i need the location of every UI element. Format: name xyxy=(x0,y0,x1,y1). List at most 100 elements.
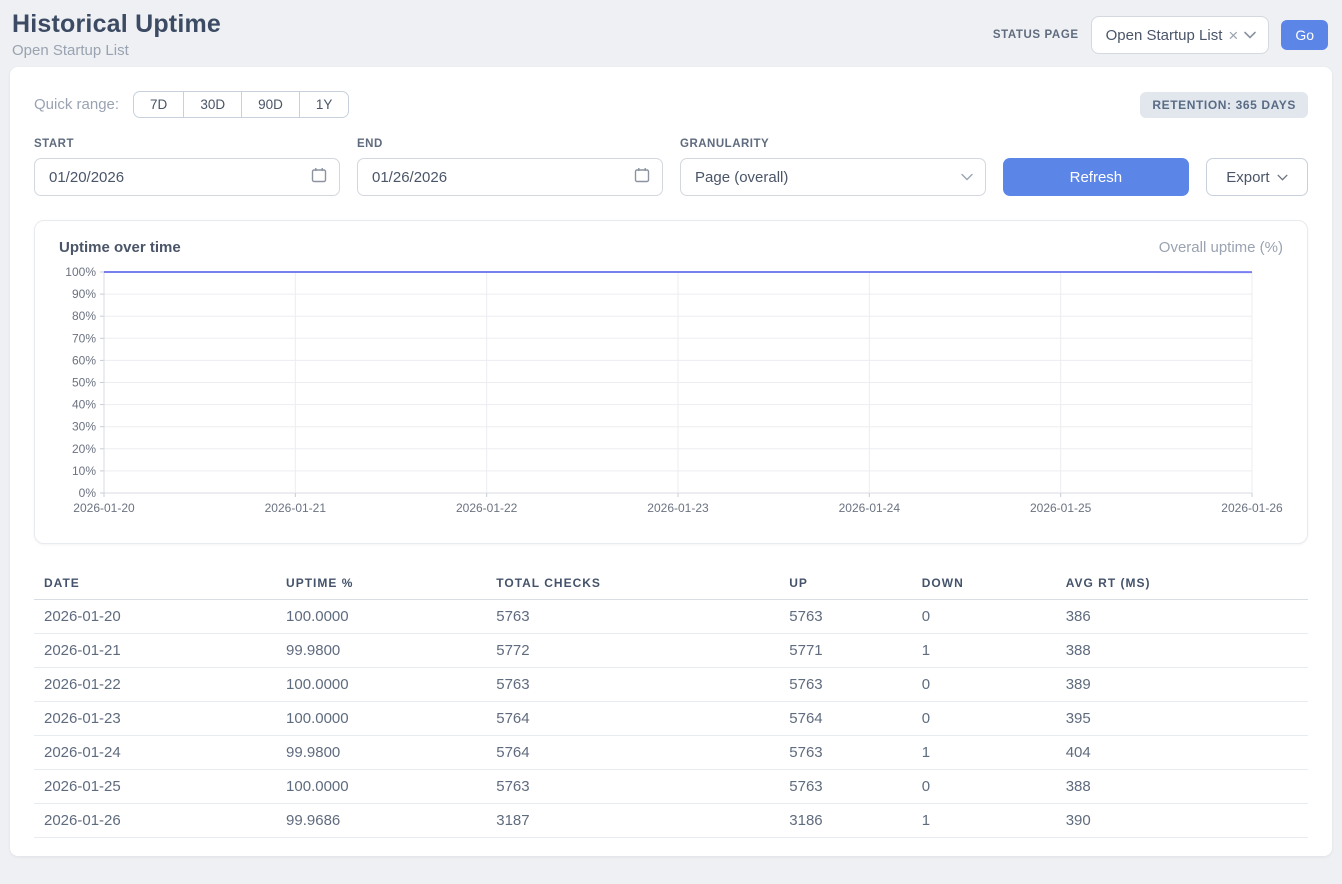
y-axis-label: 50% xyxy=(72,376,96,390)
table-row: 2026-01-2699.9686318731861390 xyxy=(34,804,1308,838)
chevron-down-icon xyxy=(961,173,973,181)
table-cell: 99.9800 xyxy=(276,634,486,668)
granularity-value: Page (overall) xyxy=(695,169,788,186)
table-cell: 99.9686 xyxy=(276,804,486,838)
chart-legend: Overall uptime (%) xyxy=(1159,239,1283,256)
uptime-line-chart: 0%10%20%30%40%50%60%70%80%90%100%2026-01… xyxy=(51,264,1295,524)
quick-range-7d-button[interactable]: 7D xyxy=(133,91,184,118)
end-date-label: END xyxy=(357,138,663,150)
table-cell: 5763 xyxy=(486,600,779,634)
quick-range-row: Quick range: 7D 30D 90D 1Y RETENTION: 36… xyxy=(34,91,1308,118)
table-cell: 2026-01-21 xyxy=(34,634,276,668)
table-cell: 3186 xyxy=(779,804,911,838)
end-date-input[interactable]: 01/26/2026 xyxy=(357,158,663,196)
y-axis-label: 40% xyxy=(72,398,96,412)
table-cell: 388 xyxy=(1056,770,1308,804)
table-cell: 5763 xyxy=(779,668,911,702)
table-cell: 5764 xyxy=(486,702,779,736)
refresh-button[interactable]: Refresh xyxy=(1003,158,1189,196)
chevron-down-icon xyxy=(1244,31,1256,39)
column-header: DATE xyxy=(34,568,276,600)
uptime-chart-card: Uptime over time Overall uptime (%) 0% 10… xyxy=(34,220,1308,544)
table-cell: 100.0000 xyxy=(276,668,486,702)
table-cell: 404 xyxy=(1056,736,1308,770)
export-button-label: Export xyxy=(1226,169,1269,186)
table-cell: 388 xyxy=(1056,634,1308,668)
quick-range-1y-button[interactable]: 1Y xyxy=(300,91,350,118)
chevron-down-icon xyxy=(1277,174,1288,181)
status-page-value: Open Startup List xyxy=(1106,27,1223,44)
chart-title: Uptime over time xyxy=(59,239,181,256)
table-cell: 2026-01-25 xyxy=(34,770,276,804)
y-axis-label: 20% xyxy=(72,442,96,456)
start-date-label: START xyxy=(34,138,340,150)
quick-range-90d-button[interactable]: 90D xyxy=(242,91,300,118)
table-row: 2026-01-22100.0000576357630389 xyxy=(34,668,1308,702)
quick-range-group: Quick range: 7D 30D 90D 1Y xyxy=(34,91,349,118)
table-row: 2026-01-2499.9800576457631404 xyxy=(34,736,1308,770)
y-axis-label: 10% xyxy=(72,464,96,478)
table-cell: 100.0000 xyxy=(276,702,486,736)
y-axis-label: 70% xyxy=(72,331,96,345)
granularity-select[interactable]: Page (overall) xyxy=(680,158,986,196)
granularity-field-group: GRANULARITY Page (overall) xyxy=(680,138,986,196)
table-cell: 3187 xyxy=(486,804,779,838)
chart-header: Uptime over time Overall uptime (%) xyxy=(51,239,1291,256)
table-cell: 395 xyxy=(1056,702,1308,736)
start-date-input[interactable]: 01/20/2026 xyxy=(34,158,340,196)
x-axis-label: 2026-01-20 xyxy=(73,501,135,515)
table-cell: 389 xyxy=(1056,668,1308,702)
column-header: DOWN xyxy=(912,568,1056,600)
table-cell: 390 xyxy=(1056,804,1308,838)
calendar-icon[interactable] xyxy=(634,167,650,187)
main-panel: Quick range: 7D 30D 90D 1Y RETENTION: 36… xyxy=(10,67,1332,856)
table-cell: 5763 xyxy=(779,770,911,804)
uptime-table: DATEUPTIME %TOTAL CHECKSUPDOWNAVG RT (MS… xyxy=(34,568,1308,838)
table-cell: 0 xyxy=(912,702,1056,736)
table-cell: 99.9800 xyxy=(276,736,486,770)
table-cell: 1 xyxy=(912,804,1056,838)
quick-range-30d-button[interactable]: 30D xyxy=(184,91,242,118)
quick-range-label: Quick range: xyxy=(34,96,119,113)
table-row: 2026-01-2199.9800577257711388 xyxy=(34,634,1308,668)
table-cell: 2026-01-24 xyxy=(34,736,276,770)
go-button[interactable]: Go xyxy=(1281,20,1328,50)
table-body: 2026-01-20100.00005763576303862026-01-21… xyxy=(34,600,1308,838)
table-cell: 100.0000 xyxy=(276,600,486,634)
column-header: UPTIME % xyxy=(276,568,486,600)
column-header: AVG RT (MS) xyxy=(1056,568,1308,600)
x-axis-label: 2026-01-25 xyxy=(1030,501,1092,515)
table-cell: 5772 xyxy=(486,634,779,668)
x-axis-label: 2026-01-23 xyxy=(647,501,709,515)
x-axis-label: 2026-01-21 xyxy=(265,501,327,515)
x-axis-label: 2026-01-26 xyxy=(1221,501,1283,515)
table-cell: 2026-01-22 xyxy=(34,668,276,702)
filter-controls-row: START 01/20/2026 END 01/26/2026 GRANULAR… xyxy=(34,138,1308,196)
column-header: TOTAL CHECKS xyxy=(486,568,779,600)
clear-selection-icon[interactable]: × xyxy=(1228,27,1238,44)
y-axis-label: 100% xyxy=(65,265,96,279)
table-cell: 5763 xyxy=(779,600,911,634)
table-cell: 1 xyxy=(912,736,1056,770)
status-page-bar: STATUS PAGE Open Startup List × Go xyxy=(993,16,1328,54)
status-page-label: STATUS PAGE xyxy=(993,29,1079,41)
status-page-select[interactable]: Open Startup List × xyxy=(1091,16,1270,54)
y-axis-label: 0% xyxy=(79,486,97,500)
table-cell: 1 xyxy=(912,634,1056,668)
table-cell: 5771 xyxy=(779,634,911,668)
x-axis-label: 2026-01-24 xyxy=(839,501,901,515)
retention-badge: RETENTION: 365 DAYS xyxy=(1140,92,1308,118)
y-axis-label: 90% xyxy=(72,287,96,301)
table-cell: 5763 xyxy=(486,770,779,804)
table-cell: 0 xyxy=(912,600,1056,634)
table-cell: 0 xyxy=(912,770,1056,804)
table-row: 2026-01-20100.0000576357630386 xyxy=(34,600,1308,634)
table-cell: 5764 xyxy=(486,736,779,770)
export-button[interactable]: Export xyxy=(1206,158,1308,196)
calendar-icon[interactable] xyxy=(311,167,327,187)
table-cell: 2026-01-26 xyxy=(34,804,276,838)
table-cell: 5764 xyxy=(779,702,911,736)
page-title: Historical Uptime xyxy=(12,10,221,39)
title-block: Historical Uptime Open Startup List xyxy=(12,10,221,59)
start-date-value: 01/20/2026 xyxy=(49,169,124,186)
